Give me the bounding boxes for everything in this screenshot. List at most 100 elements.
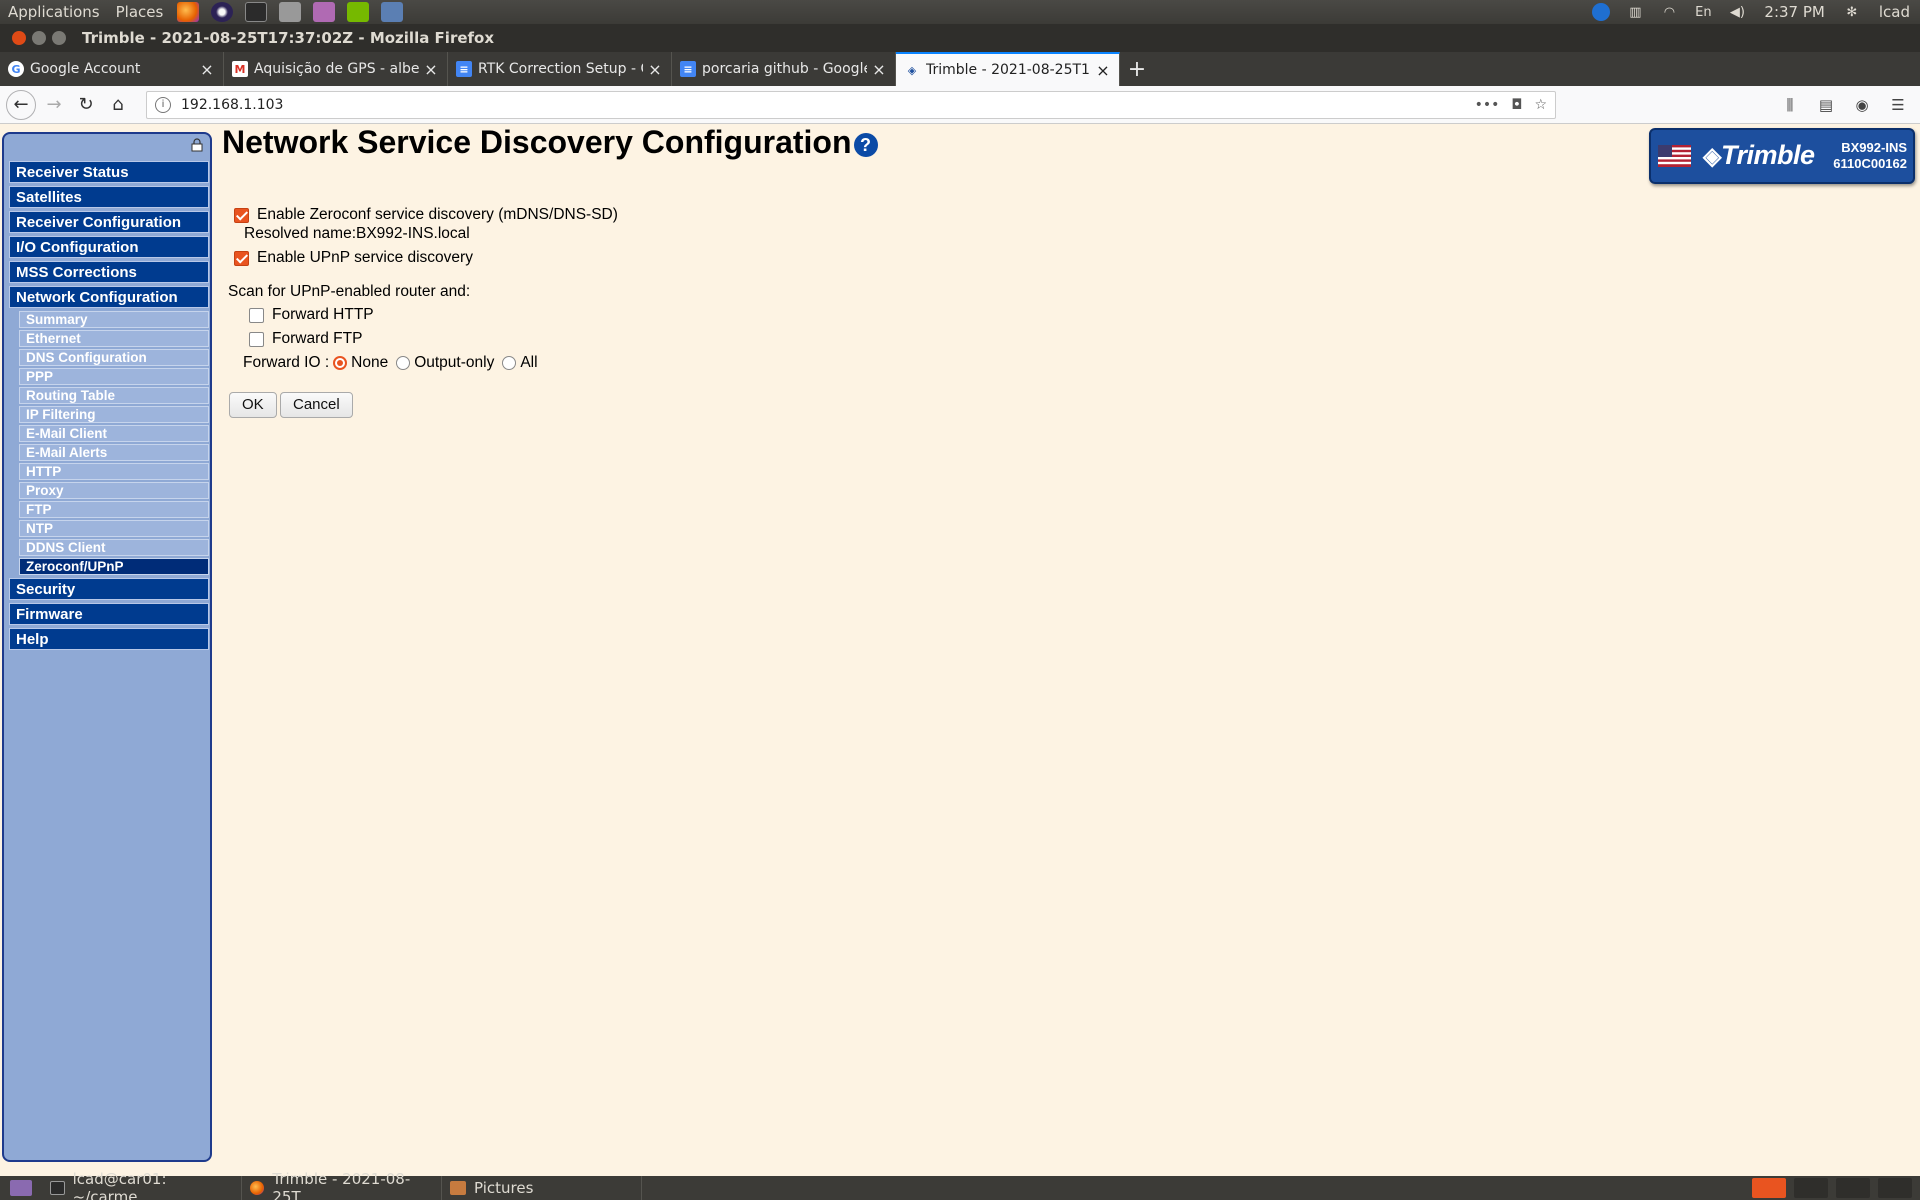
forward-io-all-radio[interactable] [502,356,517,370]
firefox-launcher-icon[interactable] [177,2,200,22]
menu-firmware[interactable]: Firmware [9,603,209,625]
globe-icon: ◈ [1703,143,1721,170]
tab-porcaria-doc[interactable]: ≡ porcaria github - Google × [672,52,896,86]
teamviewer-tray-icon[interactable] [1590,3,1612,21]
submenu-http[interactable]: HTTP [19,463,209,480]
submenu-dns-configuration[interactable]: DNS Configuration [19,349,209,366]
page-actions-icon[interactable]: ••• [1475,97,1500,113]
sidebar-toggle-icon[interactable]: ▤ [1814,96,1838,114]
lock-icon[interactable] [190,138,204,152]
workspace-3[interactable] [1836,1178,1870,1198]
places-menu[interactable]: Places [108,0,172,24]
window-title: Trimble - 2021-08-25T17:37:02Z - Mozilla… [82,29,495,47]
ok-button[interactable]: OK [229,392,277,418]
workspace-2[interactable] [1794,1178,1828,1198]
submenu-proxy[interactable]: Proxy [19,482,209,499]
applications-menu[interactable]: Applications [0,0,108,24]
account-icon[interactable]: ◉ [1850,96,1874,114]
network-submenu: Summary Ethernet DNS Configuration PPP R… [9,311,209,575]
tab-close-icon[interactable]: × [423,60,439,79]
hamburger-menu-icon[interactable]: ☰ [1886,96,1910,114]
tab-close-icon[interactable]: × [647,60,663,79]
url-bar[interactable]: i 192.168.1.103 ••• ◘ ☆ [146,90,1556,119]
window-close-button[interactable] [12,31,26,45]
menu-receiver-status[interactable]: Receiver Status [9,161,209,183]
calculator-launcher-icon[interactable] [279,2,302,22]
tab-gmail[interactable]: M Aquisição de GPS - alber × [224,52,448,86]
pocket-icon[interactable]: ◘ [1511,97,1522,113]
submenu-ethernet[interactable]: Ethernet [19,330,209,347]
taskbar-pictures[interactable]: Pictures [442,1176,642,1200]
show-desktop-icon[interactable] [10,1180,32,1196]
menu-mss-corrections[interactable]: MSS Corrections [9,261,209,283]
site-info-icon[interactable]: i [155,96,171,113]
submenu-ip-filtering[interactable]: IP Filtering [19,406,209,423]
submenu-ddns-client[interactable]: DDNS Client [19,539,209,556]
upnp-label: Enable UPnP service discovery [257,249,473,266]
gmail-favicon-icon: M [232,61,248,77]
terminal-launcher-icon[interactable] [245,2,268,22]
menu-satellites[interactable]: Satellites [9,186,209,208]
submenu-summary[interactable]: Summary [19,311,209,328]
tab-google-account[interactable]: G Google Account × [0,52,224,86]
tab-trimble[interactable]: ◈ Trimble - 2021-08-25T17:37:02Z × [896,52,1120,86]
tab-close-icon[interactable]: × [1095,61,1111,80]
forward-io-none-radio[interactable] [333,356,348,370]
submenu-email-alerts[interactable]: E-Mail Alerts [19,444,209,461]
back-arrow-icon[interactable]: ← [6,89,36,120]
tab-close-icon[interactable]: × [199,60,215,79]
keyboard-tray-icon[interactable]: En [1692,3,1714,21]
resolved-name-row: Resolved name:BX992-INS.local [244,225,470,243]
docs-favicon-icon: ≡ [456,61,472,77]
taskbar-firefox[interactable]: Trimble - 2021-08-25T... [242,1170,442,1200]
wifi-tray-icon[interactable]: ◠ [1658,3,1680,21]
forward-ftp-checkbox[interactable] [249,331,264,347]
forward-arrow-icon[interactable]: → [40,91,68,119]
upnp-row: Enable UPnP service discovery [234,249,473,267]
settings-gear-icon[interactable]: ✻ [1841,3,1863,21]
taskbar-terminal[interactable]: lcad@car01: ~/carme... [42,1170,242,1200]
menu-security[interactable]: Security [9,578,209,600]
scan-row: Scan for UPnP-enabled router and: [228,283,470,301]
trimble-wordmark: Trimble [1720,140,1815,170]
submenu-ftp[interactable]: FTP [19,501,209,518]
workspace-4[interactable] [1878,1178,1912,1198]
media-launcher-icon[interactable] [313,2,336,22]
menu-network-configuration[interactable]: Network Configuration [9,286,209,308]
window-minimize-button[interactable] [32,31,46,45]
tab-rtk-doc[interactable]: ≡ RTK Correction Setup - G × [448,52,672,86]
submenu-ntp[interactable]: NTP [19,520,209,537]
library-icon[interactable]: ⫼ [1778,96,1802,114]
new-tab-button[interactable]: + [1120,52,1154,86]
submenu-ppp[interactable]: PPP [19,368,209,385]
screenshot-launcher-icon[interactable] [381,2,404,22]
menu-help[interactable]: Help [9,628,209,650]
forward-io-output-only-radio[interactable] [396,356,411,370]
help-icon[interactable]: ? [853,132,878,157]
forward-http-label: Forward HTTP [272,306,374,323]
menu-io-configuration[interactable]: I/O Configuration [9,236,209,258]
upnp-checkbox[interactable] [234,250,249,266]
taskbar-pictures-label: Pictures [474,1179,534,1197]
submenu-zeroconf-upnp[interactable]: Zeroconf/UPnP [19,558,209,575]
forward-http-checkbox[interactable] [249,307,264,323]
nvidia-launcher-icon[interactable] [347,2,370,22]
zeroconf-checkbox[interactable] [234,207,249,223]
reload-icon[interactable]: ↻ [72,91,100,119]
window-maximize-button[interactable] [52,31,66,45]
bookmark-star-icon[interactable]: ☆ [1534,97,1547,113]
clock[interactable]: 2:37 PM [1754,3,1834,21]
forward-ftp-row: Forward FTP [249,330,362,348]
workspace-1[interactable] [1752,1178,1786,1198]
user-menu[interactable]: lcad [1869,3,1920,21]
menu-receiver-configuration[interactable]: Receiver Configuration [9,211,209,233]
submenu-email-client[interactable]: E-Mail Client [19,425,209,442]
url-text[interactable]: 192.168.1.103 [181,97,1463,113]
tab-close-icon[interactable]: × [871,60,887,79]
home-icon[interactable]: ⌂ [104,91,132,119]
cancel-button[interactable]: Cancel [280,392,353,418]
eclipse-launcher-icon[interactable] [211,2,234,22]
screen-tray-icon[interactable]: ▥ [1624,3,1646,21]
volume-tray-icon[interactable]: ◀) [1726,3,1748,21]
submenu-routing-table[interactable]: Routing Table [19,387,209,404]
